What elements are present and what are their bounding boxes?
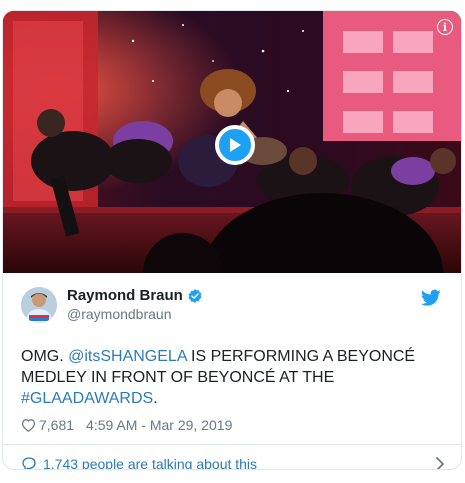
divider — [3, 444, 461, 445]
play-icon — [230, 138, 241, 152]
avatar[interactable] — [21, 287, 57, 323]
verified-badge-icon — [188, 288, 202, 303]
speech-bubble-icon — [22, 457, 36, 469]
tweet-text: OMG. @itsSHANGELA IS PERFORMING A BEYONC… — [21, 346, 441, 409]
like-count[interactable]: 7,681 — [39, 417, 74, 433]
embedded-tweet-card: i Raymond Braun @raymondbraun OMG. @itsS — [2, 10, 462, 470]
avatar-image — [21, 287, 57, 323]
mention-link[interactable]: @itsSHANGELA — [68, 348, 187, 365]
chevron-right-icon — [436, 457, 444, 469]
tweet-timestamp[interactable]: 4:59 AM - Mar 29, 2019 — [86, 417, 232, 433]
hashtag-link[interactable]: #GLAADAWARDS — [21, 390, 153, 407]
tweet-author: Raymond Braun @raymondbraun — [21, 287, 441, 327]
author-name-row: Raymond Braun — [67, 287, 203, 304]
conversation-link[interactable]: 1,743 people are talking about this — [21, 454, 445, 470]
tweet-text-part1: OMG. — [21, 348, 69, 365]
author-display-name[interactable]: Raymond Braun — [67, 287, 183, 304]
heart-icon[interactable] — [21, 418, 36, 432]
twitter-bird-icon[interactable] — [421, 289, 441, 307]
tweet-text-part3: . — [153, 390, 158, 407]
tweet-meta: 7,681 4:59 AM - Mar 29, 2019 — [21, 417, 232, 433]
play-button[interactable] — [215, 125, 255, 165]
info-icon[interactable]: i — [437, 19, 453, 35]
conversation-count-text: 1,743 people are talking about this — [43, 456, 258, 470]
author-handle[interactable]: @raymondbraun — [67, 306, 172, 322]
tweet-video-thumbnail[interactable]: i — [3, 11, 461, 273]
